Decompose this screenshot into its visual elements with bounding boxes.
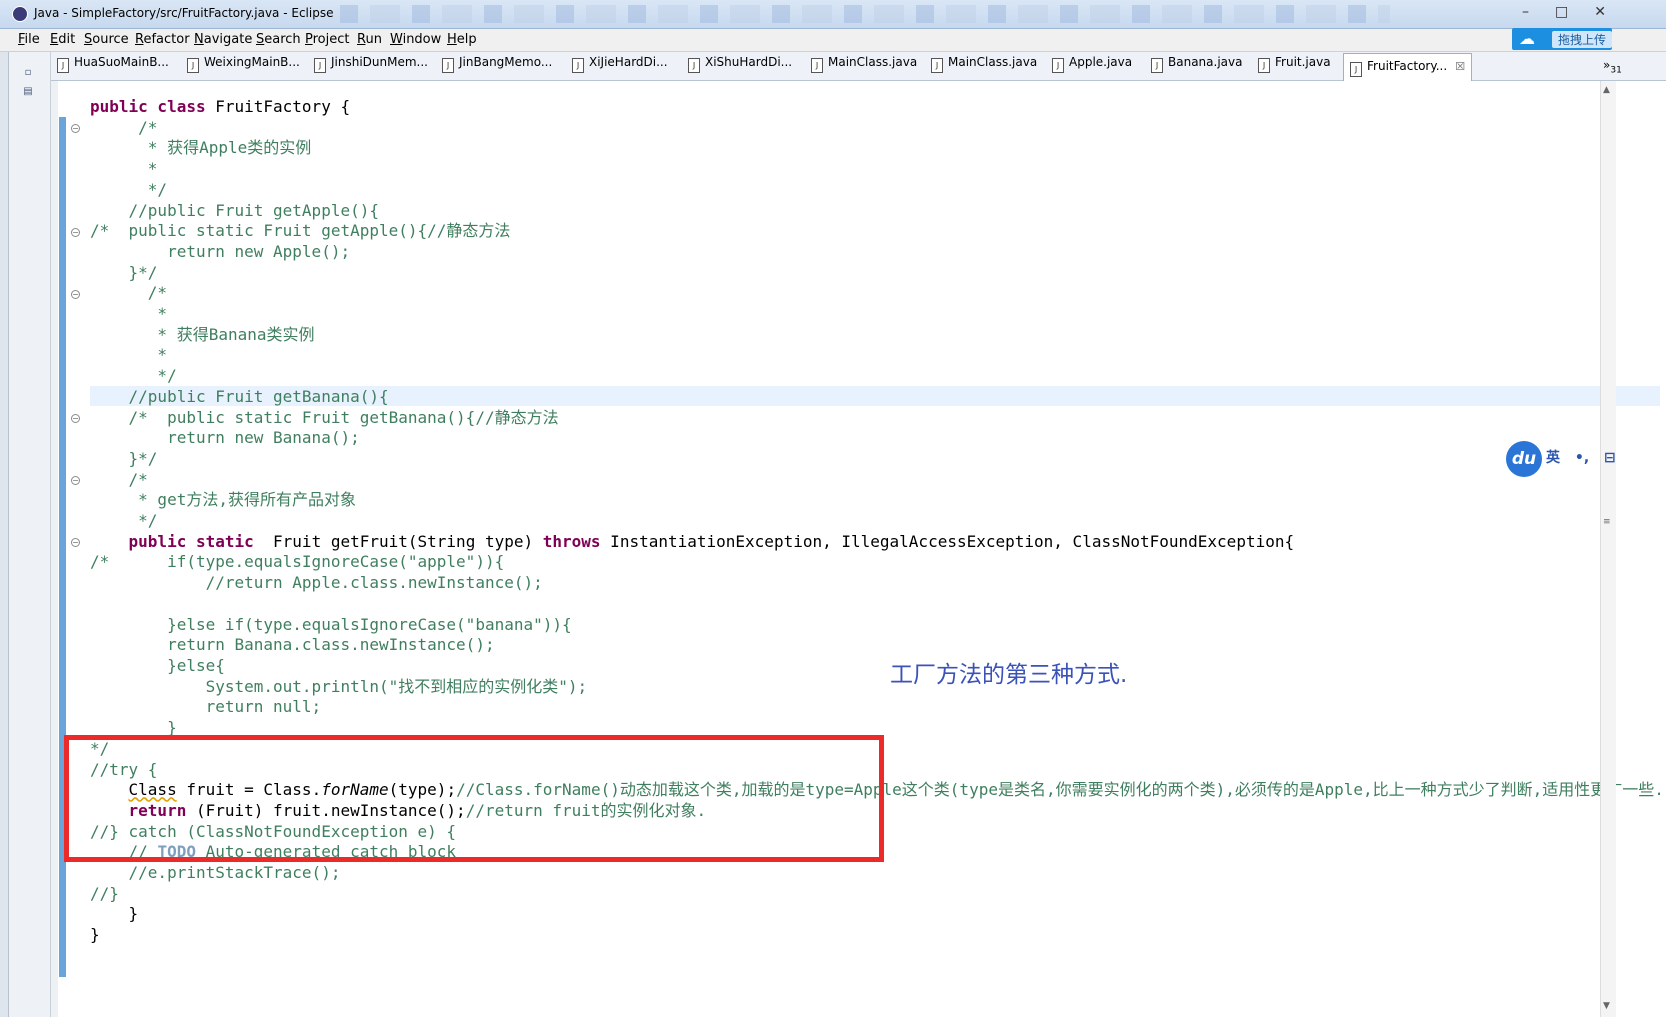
- java-file-icon: J: [931, 58, 943, 73]
- code-editor[interactable]: − − − − − − public class FruitFactory { …: [51, 81, 1666, 1017]
- close-tab-icon[interactable]: ☒: [1455, 60, 1465, 73]
- fold-toggle-icon[interactable]: −: [71, 414, 80, 423]
- highlight-box: [64, 735, 884, 862]
- java-file-icon: J: [442, 58, 454, 73]
- vertical-ruler: [51, 81, 58, 1017]
- overview-ruler[interactable]: ▲ ≡ ▼: [1600, 81, 1616, 1017]
- tab-banana-java[interactable]: J Banana.java: [1151, 55, 1242, 78]
- editor-tab-bar: J HuaSuoMainB... J WeixingMainB... J Jinshi…: [51, 52, 1666, 81]
- scroll-thumb-grip-icon[interactable]: ≡: [1603, 517, 1611, 527]
- annotation-text: 工厂方法的第三种方式.: [890, 662, 1128, 688]
- minimize-button[interactable]: –: [1522, 4, 1529, 20]
- cloud-icon: ☁: [1519, 29, 1535, 48]
- baidu-ime-logo-icon[interactable]: du: [1506, 441, 1542, 477]
- tab-apple-java[interactable]: J Apple.java: [1052, 55, 1132, 78]
- menu-bar: File Edit Source Refactor Navigate Searc…: [0, 29, 1666, 52]
- package-explorer-icon[interactable]: ▤: [22, 86, 34, 98]
- ime-controls: 英 •, ⊟: [1546, 447, 1626, 467]
- menu-refactor[interactable]: Refactor: [135, 32, 190, 47]
- java-file-icon: J: [811, 58, 823, 73]
- menu-project[interactable]: Project: [305, 32, 350, 47]
- menu-search[interactable]: Search: [256, 32, 301, 47]
- window-title-bar: Java - SimpleFactory/src/FruitFactory.ja…: [0, 0, 1666, 29]
- fold-toggle-icon[interactable]: −: [71, 290, 80, 299]
- menu-file[interactable]: File: [18, 32, 40, 47]
- window-controls: – □ ✕: [1522, 4, 1606, 20]
- menu-navigate[interactable]: Navigate: [194, 32, 252, 47]
- scroll-down-arrow-icon[interactable]: ▼: [1603, 1001, 1610, 1011]
- menu-help[interactable]: Help: [447, 32, 477, 47]
- java-file-icon: J: [187, 58, 199, 73]
- ime-toolbar[interactable]: du 英 •, ⊟: [1506, 441, 1666, 479]
- scroll-up-arrow-icon[interactable]: ▲: [1603, 85, 1610, 95]
- tab-mainclass-2[interactable]: J MainClass.java: [931, 55, 1037, 78]
- java-file-icon: J: [1151, 58, 1163, 73]
- toolbox-icon[interactable]: ⊟: [1604, 450, 1616, 466]
- menu-run[interactable]: Run: [357, 32, 382, 47]
- ime-language-toggle[interactable]: 英: [1546, 450, 1560, 466]
- tab-mainclass-1[interactable]: J MainClass.java: [811, 55, 917, 78]
- tabs-overflow-button[interactable]: »31: [1603, 58, 1622, 75]
- tab-xijieharddi[interactable]: J XiJieHardDi...: [572, 55, 668, 78]
- tab-fruitfactory-active[interactable]: J FruitFactory... ☒: [1343, 53, 1473, 81]
- eclipse-app-icon: [12, 6, 28, 22]
- menu-source[interactable]: Source: [84, 32, 129, 47]
- ime-punctuation-toggle[interactable]: •,: [1575, 450, 1589, 466]
- java-file-icon: J: [688, 58, 700, 73]
- tab-jinbangmemo[interactable]: J JinBangMemo...: [442, 55, 552, 78]
- close-window-button[interactable]: ✕: [1594, 4, 1606, 20]
- fold-toggle-icon[interactable]: −: [71, 124, 80, 133]
- menu-edit[interactable]: Edit: [50, 32, 75, 47]
- java-file-icon: J: [314, 58, 326, 73]
- tab-xishuhardi[interactable]: J XiShuHardDi...: [688, 55, 792, 78]
- tab-jinshidunmem[interactable]: J JinshiDunMem...: [314, 55, 428, 78]
- menu-window[interactable]: Window: [390, 32, 441, 47]
- fold-toggle-icon[interactable]: −: [71, 476, 80, 485]
- window-title: Java - SimpleFactory/src/FruitFactory.ja…: [34, 6, 334, 20]
- left-trim-panel: ▫ ▤: [0, 52, 51, 1017]
- drag-upload-label: 拖拽上传: [1552, 31, 1612, 48]
- restore-view-icon[interactable]: ▫: [22, 67, 34, 79]
- tab-fruit-java[interactable]: J Fruit.java: [1258, 55, 1331, 78]
- left-trim-bar: [0, 52, 9, 1017]
- java-file-icon: J: [1052, 58, 1064, 73]
- java-file-icon: J: [57, 58, 69, 73]
- tab-weixingmainb[interactable]: J WeixingMainB...: [187, 55, 300, 78]
- blurred-taskbar-overlay: [340, 5, 1390, 23]
- drag-upload-button[interactable]: ☁ 拖拽上传: [1512, 28, 1612, 50]
- maximize-button[interactable]: □: [1555, 4, 1568, 20]
- java-file-icon: J: [1258, 58, 1270, 73]
- folding-gutter: − − − − − −: [67, 81, 81, 1017]
- fold-toggle-icon[interactable]: −: [71, 538, 80, 547]
- tab-huasuomainb[interactable]: J HuaSuoMainB...: [57, 55, 169, 78]
- java-file-icon: J: [1350, 62, 1362, 77]
- fold-toggle-icon[interactable]: −: [71, 228, 80, 237]
- java-file-icon: J: [572, 58, 584, 73]
